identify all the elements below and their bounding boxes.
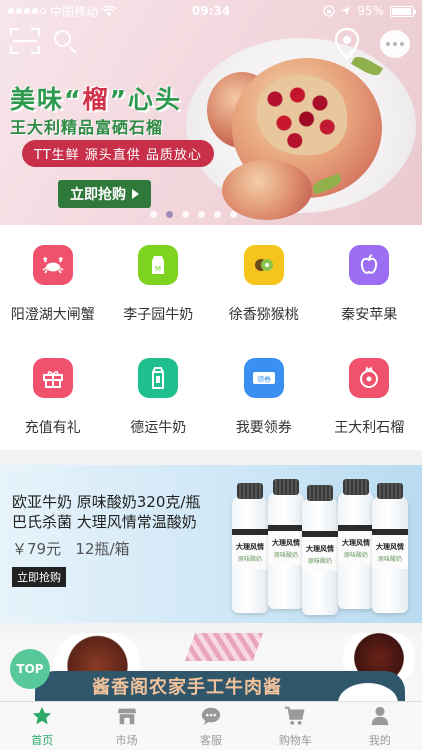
milk-promo-banner[interactable]: 欧亚牛奶 原味酸奶320克/瓶 巴氏杀菌 大理风情常温酸奶 ￥79元 12瓶/箱… [0,465,422,623]
tab-label: 首页 [31,733,54,747]
banner-buy-button[interactable]: 立即抢购 [58,180,151,208]
banner-title-part: 美味“ [10,85,83,114]
quick-menu-label: 充值有礼 [24,419,81,436]
promo-description: 欧亚牛奶 原味酸奶320克/瓶 巴氏杀菌 大理风情常温酸奶 [12,492,200,532]
banner-buy-label: 立即抢购 [70,187,126,203]
yogurt-bottle-image: 大理风情 原味酸奶 [268,479,304,609]
tab-label: 购物车 [278,733,312,747]
promo-line-1: 欧亚牛奶 原味酸奶320克/瓶 [12,493,201,511]
promo-title: 酱香阁农家手工牛肉酱 [92,677,282,698]
star-icon [31,705,53,732]
quick-menu-label: 我要领券 [235,419,292,436]
location-arrow-icon [341,6,351,16]
quick-menu-item[interactable]: 充值有礼 [0,338,106,451]
chat-bubble-icon[interactable] [380,30,410,58]
carousel-dot[interactable] [150,211,157,218]
quick-menu-label: 王大利石榴 [334,419,405,436]
price-value: ￥79元 [12,540,62,558]
app-home-screen: 美味“榴”心头 王大利精品富硒石榴 TT生鲜 源头直供 品质放心 立即抢购 中国… [0,0,422,750]
scan-icon[interactable] [10,28,40,54]
milk-carton-icon [138,357,179,398]
chat-icon [200,705,222,732]
quick-menu-item[interactable]: 徐香猕猴桃 [211,225,317,338]
bottom-tab-bar: 首页 市场 客服 购物车 我的 [0,701,422,750]
gift-icon [32,357,73,398]
crab-icon [32,245,73,285]
carousel-dot[interactable] [182,211,189,218]
quick-menu-label: 阳澄湖大闸蟹 [10,307,95,323]
tab-user[interactable]: 我的 [338,702,422,750]
quick-menu-item[interactable]: 阳澄湖大闸蟹 [0,225,106,338]
quick-menu-label: 德运牛奶 [130,419,187,436]
tab-store[interactable]: 市场 [84,702,168,750]
quick-menu-item[interactable]: 秦安苹果 [317,225,422,338]
quick-menu-label: 秦安苹果 [341,307,398,323]
location-pin-icon[interactable] [334,27,362,60]
banner-title-highlight: 榴 [82,85,110,114]
quick-menu-item[interactable]: 领券 我要领券 [211,338,317,451]
pomegranate-icon [349,357,390,398]
tab-label: 市场 [115,733,138,747]
tab-star[interactable]: 首页 [0,702,84,750]
carousel-indicator[interactable] [150,211,237,218]
status-bar: 中国移动 09:34 95% [0,0,422,22]
quick-menu-label: 徐香猕猴桃 [228,307,299,323]
promo-buy-button[interactable]: 立即抢购 [12,567,66,587]
banner-title: 美味“榴”心头 [10,80,182,116]
tab-chat[interactable]: 客服 [169,702,253,750]
user-icon [369,705,391,732]
cloth-decoration [184,633,264,661]
battery-percent: 95% [357,4,384,18]
tab-label: 客服 [200,733,223,747]
yogurt-bottle-image: 大理风情 原味酸奶 [302,485,338,615]
meat-sauce-promo-banner[interactable]: 酱香阁农家手工牛肉酱 [0,633,422,701]
pomegranate-seeds-image [257,75,347,155]
svg-text:M: M [155,265,161,273]
carousel-dot[interactable] [230,211,237,218]
yogurt-bottle-image: 大理风情 原味酸奶 [338,479,374,609]
banner-tag: TT生鲜 源头直供 品质放心 [22,140,214,167]
quick-menu-grid: 阳澄湖大闸蟹 M 李子园牛奶 徐香猕猴桃 秦安苹果 充值有礼 德运牛奶 领券 我要领券 王大利石榴 [0,225,422,450]
rotation-lock-icon [323,5,335,17]
promo-price: ￥79元 12瓶/箱 [12,538,130,559]
quick-menu-label: 李子园牛奶 [123,307,194,323]
carousel-dot[interactable] [214,211,221,218]
carousel-dot[interactable] [166,211,173,218]
kiwi-icon [243,245,284,285]
price-unit: 12瓶/箱 [75,540,130,558]
quick-menu-item[interactable]: 德运牛奶 [106,338,212,451]
svg-text:领券: 领券 [257,374,271,383]
banner-subtitle: 王大利精品富硒石榴 [10,118,164,137]
quick-menu-item[interactable]: M 李子园牛奶 [106,225,212,338]
wifi-icon [102,5,117,16]
tab-cart[interactable]: 购物车 [253,702,337,750]
play-arrow-icon [132,189,139,199]
promo-line-2: 巴氏杀菌 大理风情常温酸奶 [12,513,197,531]
banner-title-part: ”心头 [109,85,182,114]
milk-box-icon: M [138,245,179,285]
battery-icon [390,5,416,17]
store-icon [116,705,138,732]
carrier-name: 中国移动 [50,4,99,19]
cart-icon [284,705,306,732]
yogurt-bottle-image: 大理风情 原味酸奶 [232,483,268,613]
back-to-top-button[interactable]: TOP [10,649,50,689]
coupon-icon: 领券 [243,357,284,398]
quick-menu-item[interactable]: 王大利石榴 [317,338,422,451]
yogurt-bottle-image: 大理风情 原味酸奶 [372,483,408,613]
carousel-dot[interactable] [198,211,205,218]
search-icon[interactable] [52,28,80,56]
apple-icon [349,245,390,285]
signal-strength-icon [8,8,46,14]
tab-label: 我的 [368,733,391,747]
